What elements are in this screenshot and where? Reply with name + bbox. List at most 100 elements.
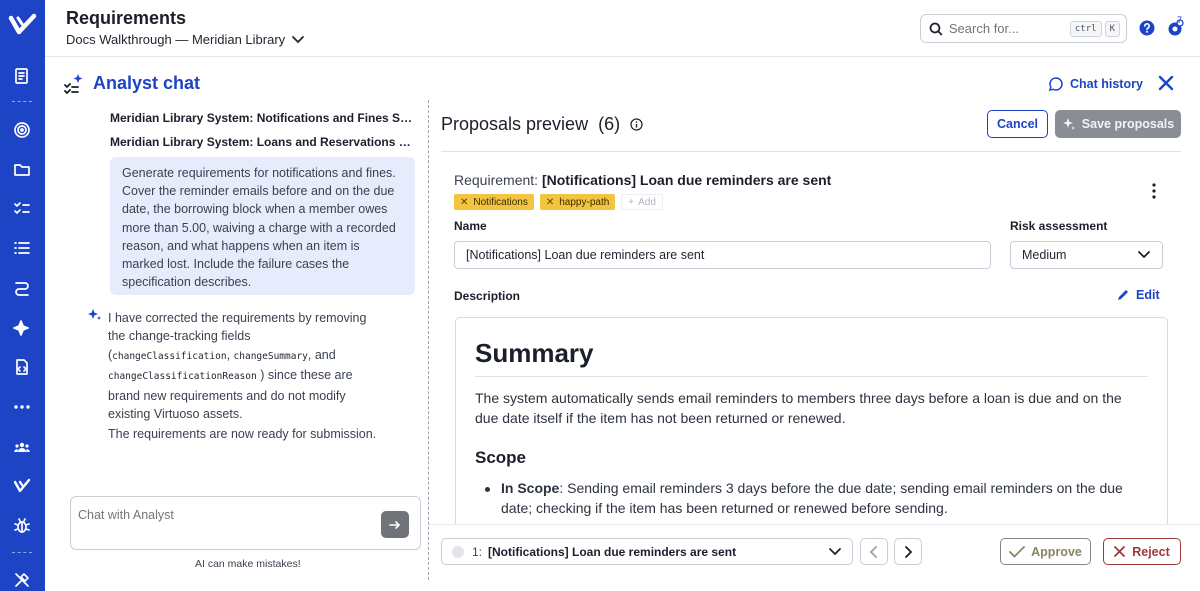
name-label: Name bbox=[454, 219, 487, 233]
send-button[interactable] bbox=[381, 511, 409, 538]
chevron-down-icon bbox=[1138, 251, 1150, 259]
chat-history-label: Chat history bbox=[1070, 77, 1143, 91]
status-dot bbox=[452, 545, 464, 558]
code-change-classification: changeClassification bbox=[112, 350, 227, 362]
approve-label: Approve bbox=[1031, 544, 1082, 559]
brand-icon[interactable] bbox=[12, 476, 32, 496]
add-tag-label: Add bbox=[638, 196, 656, 208]
page-title: Requirements bbox=[66, 8, 187, 28]
description-heading: Summary bbox=[475, 338, 594, 368]
requirements-icon[interactable] bbox=[12, 66, 32, 86]
remove-tag-icon[interactable]: ✕ bbox=[460, 197, 468, 208]
notification-badge: 7 bbox=[1177, 15, 1183, 25]
checklist-icon[interactable] bbox=[12, 198, 32, 218]
next-button[interactable] bbox=[894, 538, 922, 565]
tools-icon[interactable] bbox=[12, 570, 32, 590]
close-icon[interactable] bbox=[1157, 74, 1175, 92]
ai-sparkle-icon bbox=[88, 309, 101, 320]
footer-divider bbox=[429, 524, 1200, 525]
user-message: Generate requirements for notifications … bbox=[110, 157, 415, 295]
cancel-button[interactable]: Cancel bbox=[987, 110, 1048, 138]
risk-select[interactable]: Medium bbox=[1010, 241, 1163, 269]
list-icon[interactable] bbox=[12, 238, 32, 258]
chevron-down-icon bbox=[292, 35, 305, 43]
name-field[interactable]: [Notifications] Loan due reminders are s… bbox=[454, 241, 991, 269]
proposals-divider bbox=[441, 151, 1181, 152]
description-paragraph: The system automatically sends email rem… bbox=[475, 390, 1122, 426]
requirement-prefix: Requirement: bbox=[454, 172, 539, 188]
proposals-title: Proposals preview bbox=[441, 114, 589, 134]
tag-label: Notifications bbox=[473, 196, 528, 208]
ai-message-text: I have corrected the requirements by rem… bbox=[108, 311, 367, 344]
scope-heading: Scope bbox=[475, 448, 527, 467]
flow-icon[interactable] bbox=[12, 278, 32, 298]
scope-list-item: In Scope: Sending email reminders 3 days… bbox=[501, 479, 1141, 518]
info-icon[interactable] bbox=[630, 118, 643, 131]
tag-chip: ✕ happy-path bbox=[539, 194, 616, 210]
code-change-classification-reason: changeClassificationReason bbox=[108, 371, 257, 383]
tag-chip: ✕ Notifications bbox=[454, 194, 534, 210]
reject-button[interactable]: Reject bbox=[1103, 538, 1181, 565]
project-name: Docs Walkthrough — Meridian Library bbox=[66, 32, 286, 47]
chat-header: Analyst chat bbox=[63, 72, 200, 94]
search-box[interactable]: ctrl K bbox=[920, 14, 1127, 43]
kebab-menu-icon[interactable] bbox=[1147, 182, 1161, 200]
requirement-title: Requirement: [Notifications] Loan due re… bbox=[454, 172, 831, 188]
requirement-name: [Notifications] Loan due reminders are s… bbox=[541, 172, 832, 188]
target-icon[interactable] bbox=[12, 120, 32, 140]
bullet-dot bbox=[485, 487, 490, 492]
scope-bold: In Scope bbox=[501, 480, 560, 496]
sparkle-icon bbox=[1062, 118, 1075, 130]
remove-tag-icon[interactable]: ✕ bbox=[546, 197, 554, 208]
document-icon[interactable] bbox=[12, 357, 32, 377]
description-content: Summary The system automatically sends e… bbox=[455, 317, 1168, 525]
risk-value: Medium bbox=[1022, 248, 1067, 262]
tag-label: happy-path bbox=[559, 196, 610, 208]
chevron-left-icon bbox=[869, 545, 877, 558]
logo-icon[interactable] bbox=[8, 10, 37, 39]
edit-label: Edit bbox=[1136, 288, 1160, 302]
context-item[interactable]: Meridian Library System: Loans and Reser… bbox=[110, 135, 415, 149]
chat-input-box[interactable] bbox=[70, 496, 421, 550]
selector-name: [Notifications] Loan due reminders are s… bbox=[488, 544, 737, 559]
approve-button[interactable]: Approve bbox=[1000, 538, 1091, 565]
previous-button[interactable] bbox=[860, 538, 888, 565]
bug-icon[interactable] bbox=[12, 516, 32, 536]
proposals-header: Proposals preview (6) bbox=[441, 114, 643, 135]
sparkle-icon[interactable] bbox=[12, 318, 32, 338]
shortcut-key: K bbox=[1104, 20, 1120, 37]
shortcut-ctrl: ctrl bbox=[1069, 20, 1102, 37]
save-proposals-label: Save proposals bbox=[1081, 117, 1175, 131]
ai-ready-message: The requirements are now ready for submi… bbox=[108, 427, 377, 441]
requirement-selector[interactable]: 1: [Notifications] Loan due reminders ar… bbox=[441, 538, 853, 565]
reject-label: Reject bbox=[1132, 544, 1170, 559]
chat-input[interactable] bbox=[78, 508, 368, 538]
search-input[interactable] bbox=[948, 21, 1067, 36]
panel-divider[interactable] bbox=[428, 100, 429, 580]
more-icon[interactable] bbox=[12, 397, 32, 417]
nav-separator bbox=[12, 101, 32, 102]
ai-message-text: , bbox=[226, 347, 231, 362]
tag-list: ✕ Notifications ✕ happy-path + Add bbox=[454, 194, 663, 210]
add-tag-button[interactable]: + Add bbox=[621, 194, 663, 210]
search-icon bbox=[929, 22, 943, 35]
edit-description-button[interactable]: Edit bbox=[1116, 288, 1160, 302]
risk-label: Risk assessment bbox=[1010, 219, 1108, 233]
check-icon bbox=[1009, 545, 1026, 558]
save-proposals-button[interactable]: Save proposals bbox=[1055, 110, 1181, 138]
project-selector[interactable]: Docs Walkthrough — Meridian Library bbox=[66, 32, 305, 47]
ai-message-text: , and bbox=[307, 347, 336, 362]
chat-history-link[interactable]: Chat history bbox=[1048, 76, 1143, 92]
team-icon[interactable] bbox=[12, 437, 32, 457]
pencil-icon bbox=[1118, 290, 1128, 300]
analyst-chat-icon bbox=[64, 74, 83, 94]
chevron-right-icon bbox=[905, 545, 913, 558]
description-label: Description bbox=[454, 289, 521, 303]
ai-message: I have corrected the requirements by rem… bbox=[108, 309, 368, 423]
x-icon bbox=[1114, 546, 1126, 557]
chat-title: Analyst chat bbox=[93, 72, 201, 93]
code-change-summary: changeSummary bbox=[233, 350, 308, 362]
folder-icon[interactable] bbox=[12, 159, 32, 179]
help-icon[interactable] bbox=[1138, 19, 1156, 37]
context-item[interactable]: Meridian Library System: Notifications a… bbox=[110, 111, 415, 125]
